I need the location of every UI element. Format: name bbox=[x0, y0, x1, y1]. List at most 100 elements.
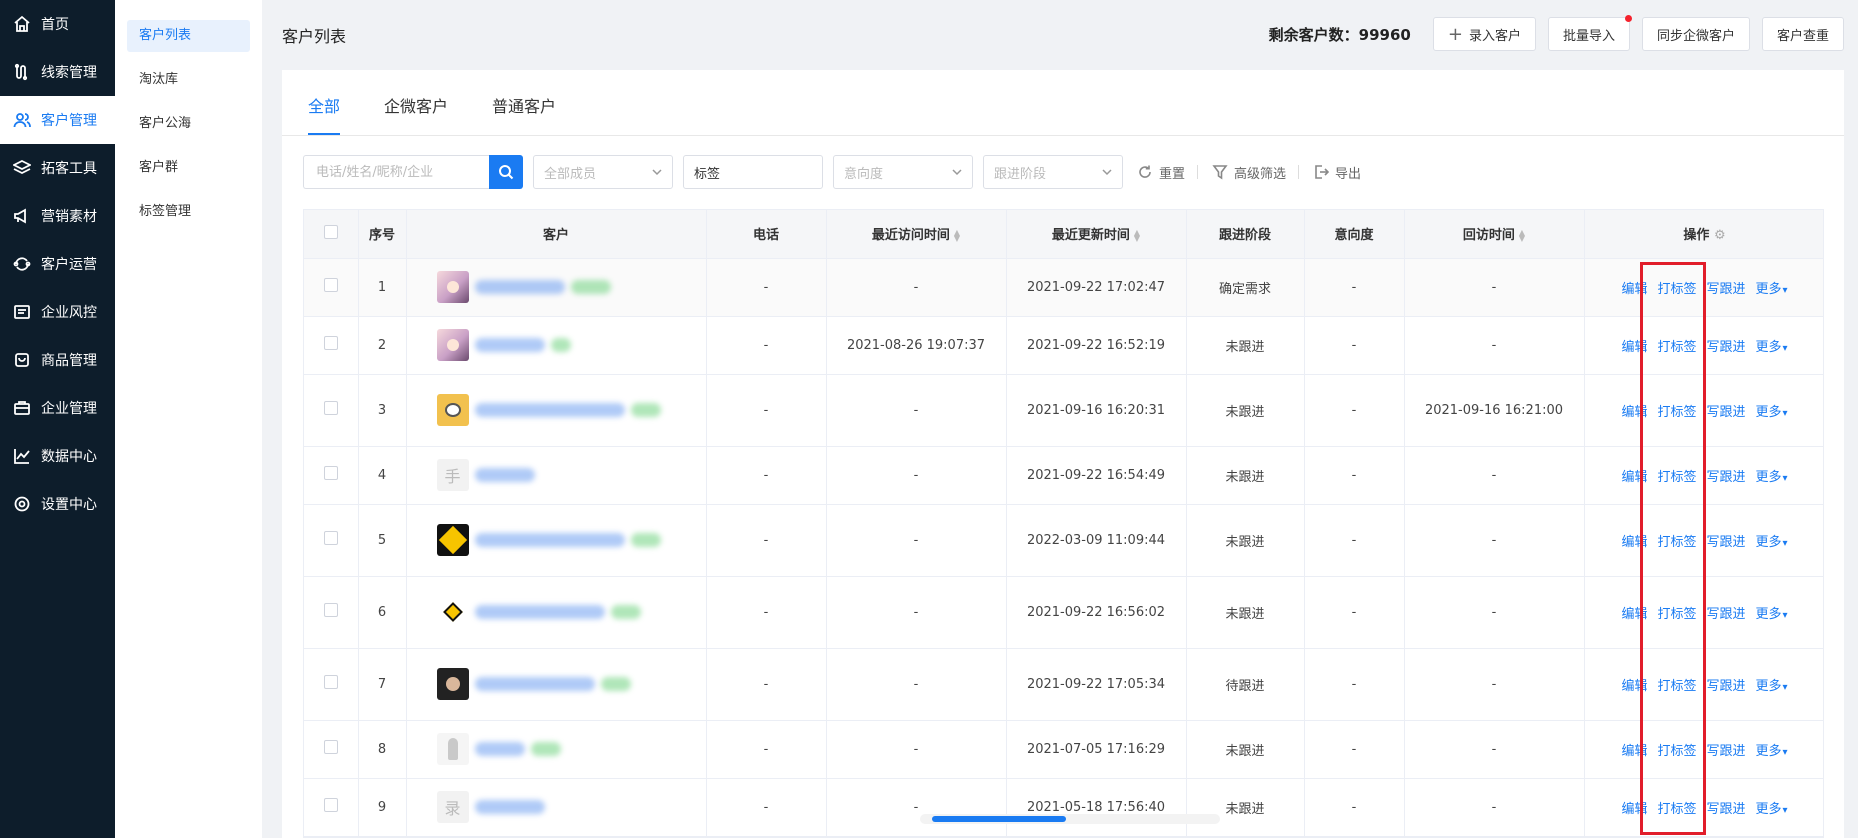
tag-link[interactable]: 打标签 bbox=[1657, 470, 1696, 485]
subnav-item-0[interactable]: 客户列表 bbox=[127, 20, 250, 52]
row-checkbox[interactable] bbox=[323, 740, 338, 754]
follow-up-link[interactable]: 写跟进 bbox=[1706, 470, 1745, 485]
sidebar-item-2[interactable]: 客户管理 bbox=[0, 96, 115, 144]
more-dropdown[interactable]: 更多 bbox=[1756, 282, 1788, 297]
search-input[interactable] bbox=[303, 155, 489, 189]
follow-up-link[interactable]: 写跟进 bbox=[1706, 744, 1745, 759]
customer-cell[interactable]: 录 bbox=[406, 778, 707, 837]
row-checkbox[interactable] bbox=[323, 603, 338, 617]
edit-link[interactable]: 编辑 bbox=[1621, 679, 1647, 694]
subnav-item-3[interactable]: 客户群 bbox=[127, 152, 250, 184]
edit-link[interactable]: 编辑 bbox=[1621, 282, 1647, 297]
customer-name-blurred[interactable] bbox=[474, 742, 525, 756]
sidebar-item-9[interactable]: 数据中心 bbox=[0, 432, 115, 480]
edit-link[interactable]: 编辑 bbox=[1621, 802, 1647, 817]
edit-link[interactable]: 编辑 bbox=[1621, 470, 1647, 485]
edit-link[interactable]: 编辑 bbox=[1621, 340, 1647, 355]
row-checkbox[interactable] bbox=[323, 675, 338, 689]
more-dropdown[interactable]: 更多 bbox=[1756, 405, 1788, 420]
tag-link[interactable]: 打标签 bbox=[1657, 340, 1696, 355]
more-dropdown[interactable]: 更多 bbox=[1756, 802, 1788, 817]
follow-up-link[interactable]: 写跟进 bbox=[1706, 607, 1745, 622]
customer-name-blurred[interactable] bbox=[474, 280, 565, 294]
tab-1[interactable]: 企微客户 bbox=[384, 93, 448, 135]
subnav-item-4[interactable]: 标签管理 bbox=[127, 196, 250, 228]
sync-wecom-button[interactable]: 同步企微客户 bbox=[1641, 17, 1750, 51]
row-checkbox[interactable] bbox=[323, 401, 338, 415]
follow-up-link[interactable]: 写跟进 bbox=[1706, 802, 1745, 817]
follow-up-link[interactable]: 写跟进 bbox=[1706, 679, 1745, 694]
tag-link[interactable]: 打标签 bbox=[1657, 679, 1696, 694]
edit-link[interactable]: 编辑 bbox=[1621, 744, 1647, 759]
tab-2[interactable]: 普通客户 bbox=[492, 93, 556, 135]
customer-name-blurred[interactable] bbox=[474, 533, 625, 547]
customer-name-blurred[interactable] bbox=[474, 338, 545, 352]
tag-link[interactable]: 打标签 bbox=[1657, 405, 1696, 420]
follow-up-link[interactable]: 写跟进 bbox=[1706, 340, 1745, 355]
sidebar-item-7[interactable]: 商品管理 bbox=[0, 336, 115, 384]
tab-0[interactable]: 全部 bbox=[308, 93, 341, 135]
select-all-checkbox[interactable] bbox=[323, 224, 338, 239]
sidebar-item-4[interactable]: 营销素材 bbox=[0, 192, 115, 240]
row-checkbox[interactable] bbox=[323, 531, 338, 545]
sidebar-item-0[interactable]: 首页 bbox=[0, 0, 115, 48]
row-checkbox[interactable] bbox=[323, 798, 338, 812]
row-checkbox[interactable] bbox=[323, 278, 338, 292]
sidebar-item-6[interactable]: 企业风控 bbox=[0, 288, 115, 336]
sidebar-item-3[interactable]: 拓客工具 bbox=[0, 144, 115, 192]
customer-name-blurred[interactable] bbox=[474, 605, 605, 619]
search-button[interactable] bbox=[489, 155, 523, 189]
batch-import-button[interactable]: 批量导入 bbox=[1547, 15, 1632, 51]
customer-name-blurred[interactable] bbox=[474, 800, 545, 814]
follow-up-link[interactable]: 写跟进 bbox=[1706, 405, 1745, 420]
tag-link[interactable]: 打标签 bbox=[1657, 535, 1696, 550]
more-dropdown[interactable]: 更多 bbox=[1756, 470, 1788, 485]
customer-cell[interactable] bbox=[406, 316, 707, 375]
add-customer-button[interactable]: + 录入客户 bbox=[1432, 17, 1536, 51]
sidebar-item-1[interactable]: 线索管理 bbox=[0, 48, 115, 96]
sidebar-item-8[interactable]: 企业管理 bbox=[0, 384, 115, 432]
column-header-last-update[interactable]: 最近更新时间 ▲ ▼ bbox=[1006, 210, 1187, 259]
advanced-filter-button[interactable]: 高级筛选 bbox=[1212, 163, 1286, 182]
customer-name-blurred[interactable] bbox=[474, 677, 595, 691]
tag-link[interactable]: 打标签 bbox=[1657, 282, 1696, 297]
tag-link[interactable]: 打标签 bbox=[1657, 607, 1696, 622]
customer-cell[interactable]: 手 bbox=[406, 446, 707, 505]
follow-up-link[interactable]: 写跟进 bbox=[1706, 282, 1745, 297]
column-header-revisit[interactable]: 回访时间 ▲ ▼ bbox=[1404, 210, 1585, 259]
intent-select[interactable]: 意向度 bbox=[833, 155, 973, 189]
edit-link[interactable]: 编辑 bbox=[1621, 535, 1647, 550]
more-dropdown[interactable]: 更多 bbox=[1756, 679, 1788, 694]
customer-cell[interactable] bbox=[406, 374, 707, 447]
more-dropdown[interactable]: 更多 bbox=[1756, 535, 1788, 550]
customer-name-blurred[interactable] bbox=[474, 403, 625, 417]
customer-cell[interactable] bbox=[406, 576, 707, 649]
customer-name-blurred[interactable] bbox=[474, 468, 535, 482]
tag-link[interactable]: 打标签 bbox=[1657, 802, 1696, 817]
column-header-last-visit[interactable]: 最近访问时间 ▲ ▼ bbox=[826, 210, 1007, 259]
row-checkbox[interactable] bbox=[323, 336, 338, 350]
edit-link[interactable]: 编辑 bbox=[1621, 607, 1647, 622]
settings-icon[interactable]: ⚙ bbox=[1714, 228, 1726, 243]
scrollbar-thumb[interactable] bbox=[932, 816, 1066, 822]
edit-link[interactable]: 编辑 bbox=[1621, 405, 1647, 420]
customer-cell[interactable] bbox=[406, 648, 707, 721]
more-dropdown[interactable]: 更多 bbox=[1756, 744, 1788, 759]
export-button[interactable]: 导出 bbox=[1313, 163, 1361, 182]
stage-select[interactable]: 跟进阶段 bbox=[983, 155, 1123, 189]
more-dropdown[interactable]: 更多 bbox=[1756, 340, 1788, 355]
horizontal-scrollbar[interactable] bbox=[920, 814, 1220, 824]
subnav-item-1[interactable]: 淘汰库 bbox=[127, 64, 250, 96]
follow-up-link[interactable]: 写跟进 bbox=[1706, 535, 1745, 550]
customer-cell[interactable] bbox=[406, 720, 707, 779]
sidebar-item-10[interactable]: 设置中心 bbox=[0, 480, 115, 528]
reset-button[interactable]: 重置 bbox=[1137, 163, 1185, 182]
customer-cell[interactable] bbox=[406, 504, 707, 577]
sidebar-item-5[interactable]: 客户运营 bbox=[0, 240, 115, 288]
dedupe-button[interactable]: 客户查重 bbox=[1761, 17, 1844, 51]
tag-link[interactable]: 打标签 bbox=[1657, 744, 1696, 759]
tag-select[interactable]: 标签 bbox=[683, 155, 823, 189]
subnav-item-2[interactable]: 客户公海 bbox=[127, 108, 250, 140]
more-dropdown[interactable]: 更多 bbox=[1756, 607, 1788, 622]
row-checkbox[interactable] bbox=[323, 466, 338, 480]
